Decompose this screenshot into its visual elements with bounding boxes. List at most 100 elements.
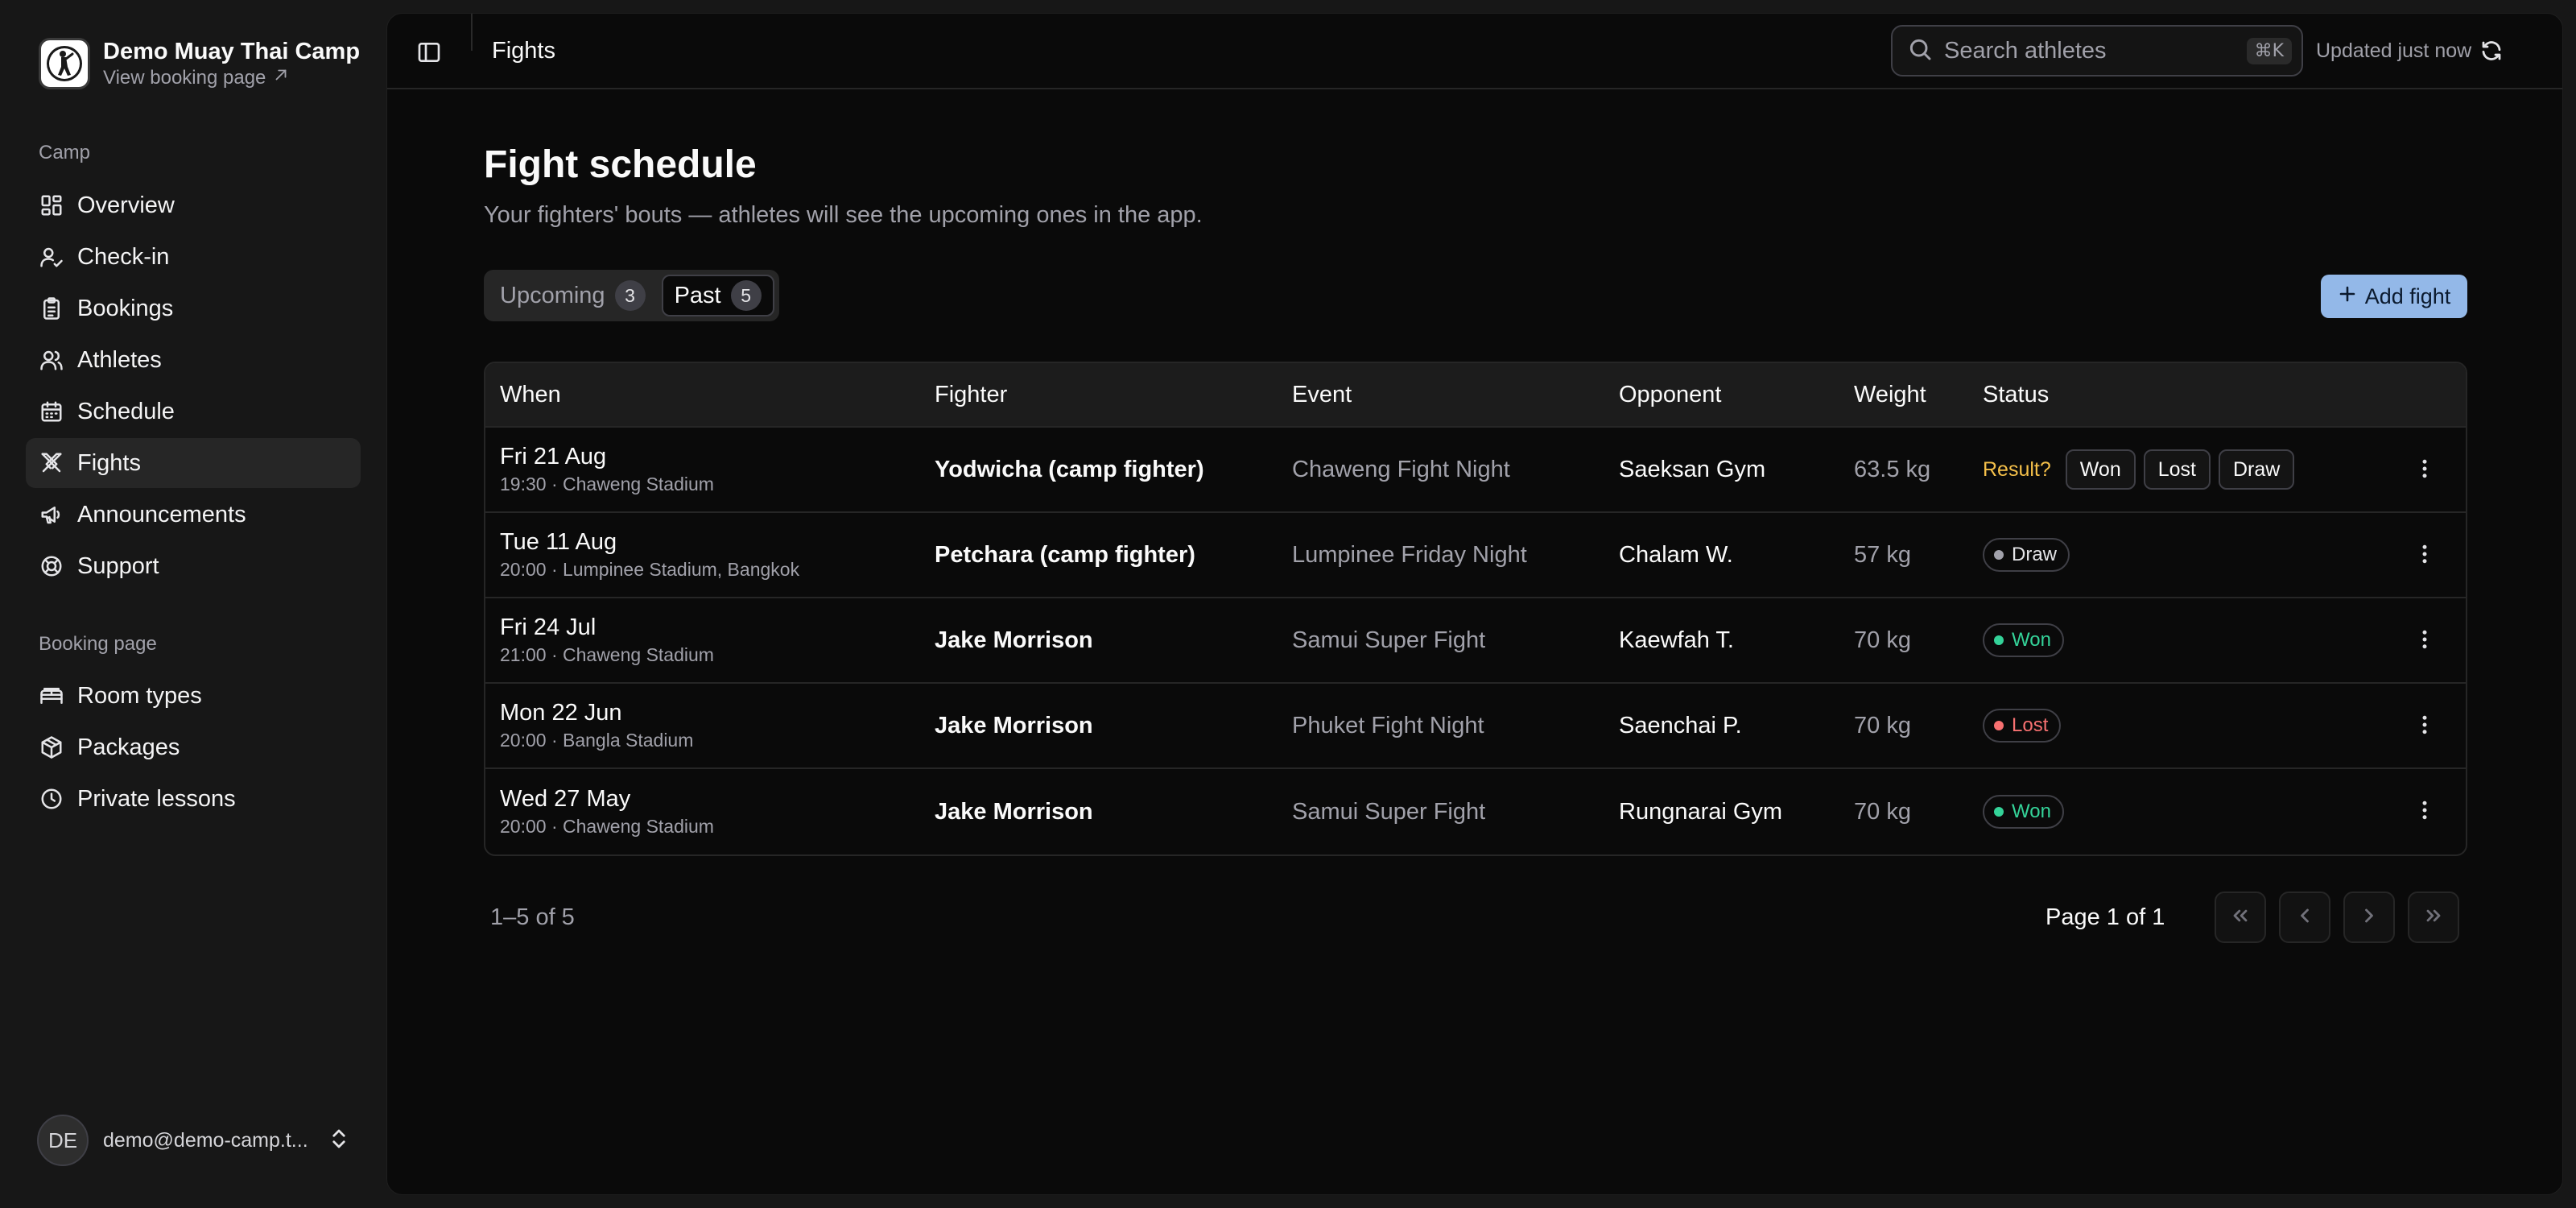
sidebar-item-announcements[interactable]: Announcements: [26, 490, 361, 540]
refresh-button[interactable]: [2475, 36, 2508, 68]
status-badge: Won: [1983, 795, 2064, 829]
row-menu-button[interactable]: [2413, 799, 2437, 825]
shortcut-hint: ⌘K: [2246, 37, 2292, 64]
add-fight-label: Add fight: [2364, 283, 2451, 308]
sidebar-item-packages[interactable]: Packages: [26, 722, 361, 772]
table-row[interactable]: Tue 11 Aug 20:00 · Lumpinee Stadium, Ban…: [485, 513, 2466, 598]
brand[interactable]: Demo Muay Thai Camp View booking page: [39, 37, 360, 90]
weight-class: 70 kg: [1854, 627, 1911, 653]
opponent-name: Chalam W.: [1619, 541, 1733, 568]
sidebar-item-label: Announcements: [77, 501, 246, 527]
status-label: Lost: [2012, 714, 2049, 736]
search-input[interactable]: Search athletes ⌘K: [1891, 25, 2303, 77]
page-indicator: Page 1 of 1: [2046, 904, 2165, 930]
chevrons-right-icon: [2422, 904, 2445, 931]
row-menu-button[interactable]: [2413, 457, 2437, 483]
mark-lost-button[interactable]: Lost: [2143, 449, 2211, 490]
first-page-button[interactable]: [2215, 892, 2266, 943]
next-page-button[interactable]: [2343, 892, 2395, 943]
tab-label: Past: [674, 282, 721, 308]
chevrons-up-down-icon: [327, 1127, 351, 1155]
event-name: Lumpinee Friday Night: [1292, 541, 1527, 568]
chevron-right-icon: [2358, 904, 2380, 931]
event-name: Samui Super Fight: [1292, 798, 1486, 825]
sidebar-item-private-lessons[interactable]: Private lessons: [26, 774, 361, 824]
tab-count: 5: [730, 280, 762, 311]
mark-won-button[interactable]: Won: [2065, 449, 2136, 490]
user-menu[interactable]: DE demo@demo-camp.t...: [37, 1115, 351, 1166]
sidebar-item-fights[interactable]: Fights: [26, 438, 361, 488]
event-name: Samui Super Fight: [1292, 627, 1486, 653]
plus-icon: [2338, 284, 2357, 309]
page-breadcrumb: Fights: [492, 38, 555, 64]
sidebar-item-label: Private lessons: [77, 785, 236, 812]
fighter-name: Yodwicha (camp fighter): [935, 456, 1204, 482]
megaphone-icon: [39, 502, 64, 527]
table-header: When Fighter Event Opponent Weight Statu…: [485, 363, 2466, 428]
table-row[interactable]: Fri 24 Jul 21:00 · Chaweng Stadium Jake …: [485, 598, 2466, 684]
sidebar-item-label: Overview: [77, 192, 175, 218]
camp-logo: [39, 38, 90, 89]
swords-icon: [39, 450, 64, 476]
status-cell: Won: [1983, 598, 2064, 682]
package-icon: [39, 734, 64, 760]
status-dot: [1994, 807, 2004, 817]
sidebar-toggle-button[interactable]: [413, 38, 445, 70]
sidebar-item-label: Check-in: [77, 243, 170, 270]
opponent-name: Saeksan Gym: [1619, 456, 1766, 482]
opponent-name: Saenchai P.: [1619, 712, 1742, 738]
when-cell: Tue 11 Aug 20:00 · Lumpinee Stadium, Ban…: [500, 513, 799, 597]
fight-date: Tue 11 Aug: [500, 529, 617, 555]
sidebar-item-overview[interactable]: Overview: [26, 180, 361, 230]
booking-link-label: View booking page: [103, 67, 266, 89]
status-cell: Draw: [1983, 513, 2070, 597]
add-fight-button[interactable]: Add fight: [2321, 275, 2467, 318]
table-row[interactable]: Wed 27 May 20:00 · Chaweng Stadium Jake …: [485, 769, 2466, 854]
row-menu-button[interactable]: [2413, 714, 2437, 739]
fight-time-venue: 20:00 · Lumpinee Stadium, Bangkok: [500, 559, 800, 580]
mark-draw-button[interactable]: Draw: [2218, 449, 2295, 490]
status-cell: Result? Won Lost Draw: [1983, 428, 2295, 511]
sidebar-item-check-in[interactable]: Check-in: [26, 232, 361, 282]
sidebar-item-schedule[interactable]: Schedule: [26, 387, 361, 436]
sidebar-item-label: Fights: [77, 449, 141, 476]
opponent-name: Kaewfah T.: [1619, 627, 1734, 653]
sidebar-item-label: Schedule: [77, 398, 175, 424]
fight-time-venue: 19:30 · Chaweng Stadium: [500, 474, 714, 494]
refresh-icon: [2479, 39, 2504, 67]
table-row[interactable]: Mon 22 Jun 20:00 · Bangla Stadium Jake M…: [485, 684, 2466, 769]
status-dot: [1994, 550, 2004, 560]
tab-past[interactable]: Past 5: [661, 275, 774, 316]
tab-upcoming[interactable]: Upcoming 3: [489, 275, 657, 316]
user-email: demo@demo-camp.t...: [103, 1128, 308, 1152]
fighter-name: Jake Morrison: [935, 627, 1093, 653]
previous-page-button[interactable]: [2279, 892, 2330, 943]
status-cell: Won: [1983, 769, 2064, 854]
sidebar-item-athletes[interactable]: Athletes: [26, 335, 361, 385]
sidebar-item-label: Athletes: [77, 346, 162, 373]
status-badge: Draw: [1983, 538, 2070, 572]
sidebar-item-support[interactable]: Support: [26, 541, 361, 591]
weight-class: 57 kg: [1854, 541, 1911, 568]
fight-time-venue: 20:00 · Bangla Stadium: [500, 730, 694, 751]
fight-date: Mon 22 Jun: [500, 700, 622, 726]
sidebar-item-room-types[interactable]: Room types: [26, 671, 361, 721]
sidebar-item-bookings[interactable]: Bookings: [26, 283, 361, 333]
when-cell: Wed 27 May 20:00 · Chaweng Stadium: [500, 769, 714, 854]
status-label: Won: [2012, 629, 2051, 651]
fights-table: When Fighter Event Opponent Weight Statu…: [484, 362, 2467, 856]
avatar: DE: [37, 1115, 89, 1166]
clipboard-icon: [39, 296, 64, 321]
status-badge: Lost: [1983, 709, 2062, 743]
view-booking-page-link[interactable]: View booking page: [103, 66, 360, 90]
status-label: Won: [2012, 801, 2051, 822]
panel-left-icon: [416, 39, 442, 69]
table-row[interactable]: Fri 21 Aug 19:30 · Chaweng Stadium Yodwi…: [485, 428, 2466, 513]
last-page-button[interactable]: [2408, 892, 2459, 943]
calendar-icon: [39, 399, 64, 424]
more-vertical-icon: [2413, 798, 2437, 826]
row-menu-button[interactable]: [2413, 543, 2437, 569]
main-panel: Fights Search athletes ⌘K Updated just n…: [386, 13, 2563, 1195]
nav-group-camp: Camp: [39, 142, 91, 163]
row-menu-button[interactable]: [2413, 628, 2437, 654]
